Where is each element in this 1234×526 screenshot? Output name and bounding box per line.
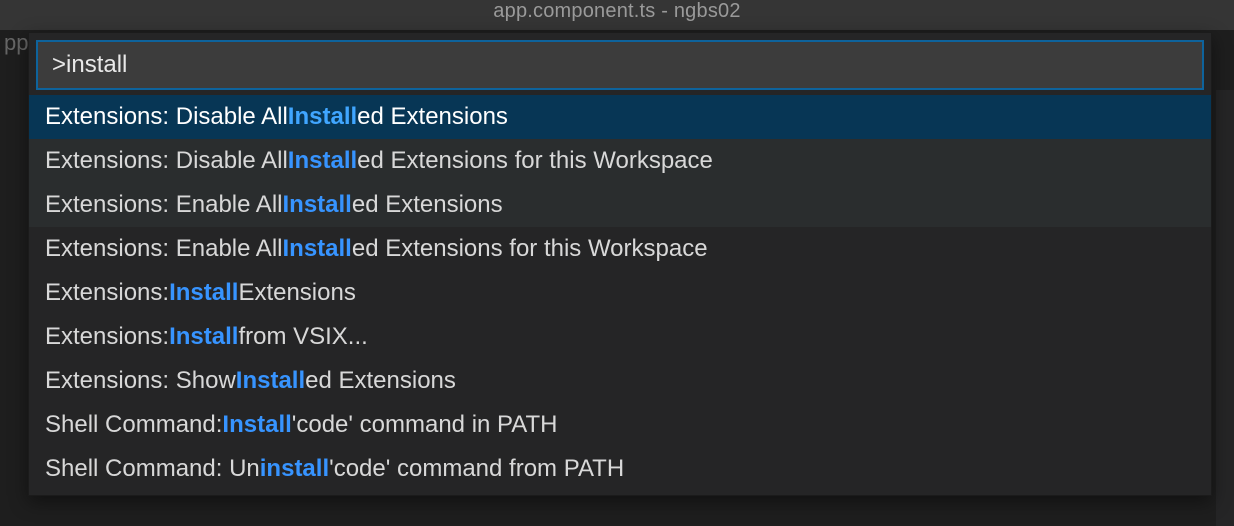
command-result-item[interactable]: Shell Command: Install 'code' command in… xyxy=(29,403,1211,447)
command-result-item[interactable]: Extensions: Disable All Installed Extens… xyxy=(29,139,1211,183)
window-title-text: app.component.ts - ngbs02 xyxy=(493,0,740,23)
command-result-item[interactable]: Extensions: Enable All Installed Extensi… xyxy=(29,227,1211,271)
window-title: app.component.ts - ngbs02 xyxy=(0,0,1234,30)
command-result-item[interactable]: Extensions: Enable All Installed Extensi… xyxy=(29,183,1211,227)
match-highlight: Install xyxy=(282,191,351,219)
match-highlight: install xyxy=(260,455,329,483)
match-highlight: Install xyxy=(222,411,291,439)
command-input-wrap xyxy=(29,33,1211,95)
command-input[interactable] xyxy=(37,41,1203,89)
match-highlight: Install xyxy=(236,367,305,395)
background-fragment: pp xyxy=(4,30,28,55)
match-highlight: Install xyxy=(288,147,357,175)
match-highlight: Install xyxy=(169,323,238,351)
command-result-item[interactable]: Extensions: Disable All Installed Extens… xyxy=(29,95,1211,139)
command-result-item[interactable]: Extensions: Install Extensions xyxy=(29,271,1211,315)
match-highlight: Install xyxy=(282,235,351,263)
command-result-item[interactable]: Extensions: Show Installed Extensions xyxy=(29,359,1211,403)
command-result-item[interactable]: Extensions: Install from VSIX... xyxy=(29,315,1211,359)
match-highlight: Install xyxy=(288,103,357,131)
minimap-strip xyxy=(1216,90,1234,526)
match-highlight: Install xyxy=(169,279,238,307)
command-results: Extensions: Disable All Installed Extens… xyxy=(29,95,1211,495)
command-palette: Extensions: Disable All Installed Extens… xyxy=(28,32,1212,496)
command-result-item[interactable]: Shell Command: Uninstall 'code' command … xyxy=(29,447,1211,491)
